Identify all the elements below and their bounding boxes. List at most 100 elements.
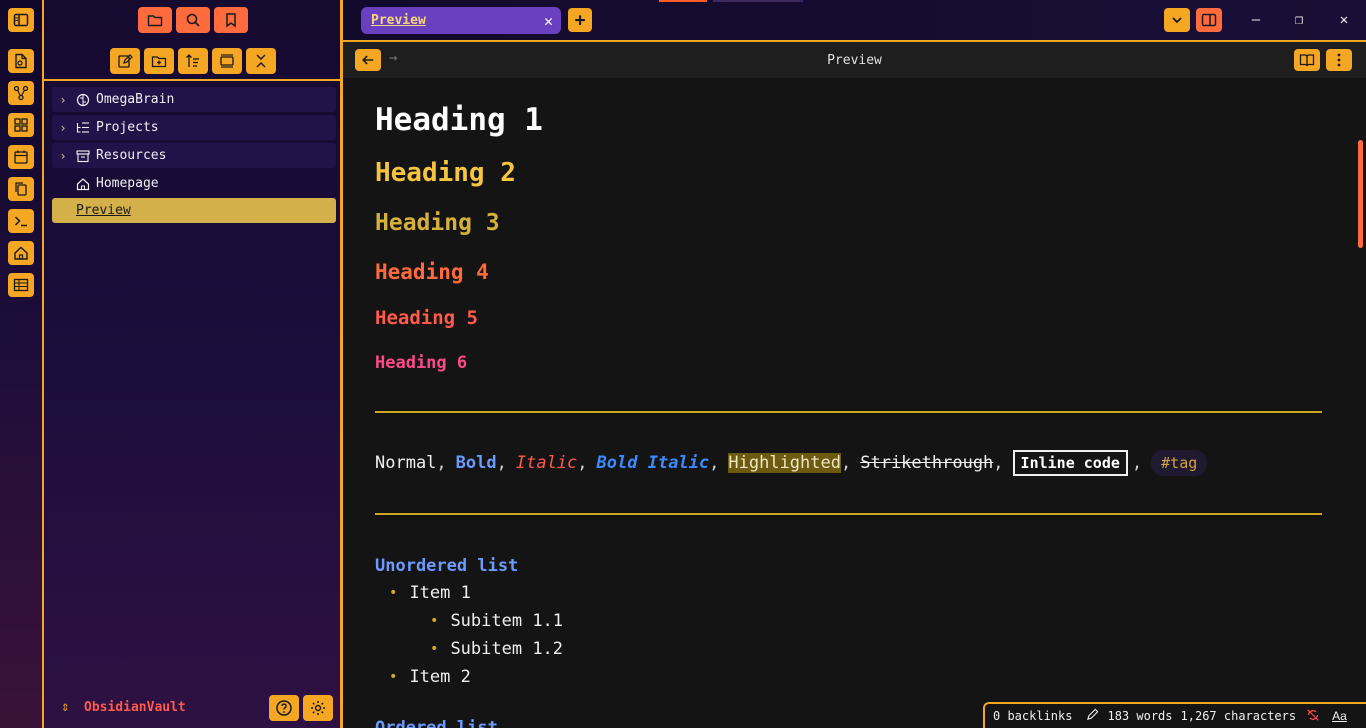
tab-preview[interactable]: Preview ✕ xyxy=(361,7,561,34)
book-open-icon xyxy=(1299,54,1315,67)
archive-icon xyxy=(74,148,92,164)
heading-6: Heading 6 xyxy=(375,353,468,373)
heading-5: Heading 5 xyxy=(375,307,478,329)
list-item: • Subitem 1.2 xyxy=(430,639,563,659)
inline-code: Inline code xyxy=(1012,450,1128,476)
right-sidebar-toggle[interactable] xyxy=(1196,8,1222,32)
tab-label: Preview xyxy=(371,13,426,28)
home-icon[interactable] xyxy=(8,241,34,265)
text-italic: Italic xyxy=(515,453,578,473)
comma: , xyxy=(709,453,720,473)
brain-icon xyxy=(74,92,92,108)
unordered-list-title: Unordered list xyxy=(375,556,519,576)
tree-item-label: Projects xyxy=(96,120,159,135)
chevron-up-down-icon[interactable]: ⇕ xyxy=(61,699,69,715)
chevron-down-icon xyxy=(1172,17,1182,24)
tree-item-label: OmegaBrain xyxy=(96,92,175,107)
text-strikethrough: Strikethrough xyxy=(860,453,994,473)
note-preview: Heading 1 Heading 2 Heading 3 Heading 4 … xyxy=(343,78,1366,728)
chevron-right-icon[interactable]: › xyxy=(52,93,74,107)
word-count: 183 words xyxy=(1107,709,1173,723)
text-bold-italic: Bold Italic xyxy=(596,453,710,473)
files-icon[interactable] xyxy=(138,7,172,33)
tree-item-projects[interactable]: › Projects xyxy=(52,115,336,140)
font-toggle[interactable]: Aa xyxy=(1332,709,1347,723)
window-close-icon[interactable]: ✕ xyxy=(1334,10,1354,30)
search-icon[interactable] xyxy=(176,7,210,33)
new-tab-button[interactable]: + xyxy=(568,8,592,32)
tree-item-label: Homepage xyxy=(96,176,159,191)
bullet-icon: • xyxy=(389,669,398,685)
heading-1: Heading 1 xyxy=(375,102,543,138)
restore-icon[interactable]: ❐ xyxy=(1289,10,1309,30)
text-highlighted: Highlighted xyxy=(728,453,841,473)
list-item-text: Item 2 xyxy=(409,667,471,687)
chevron-right-icon[interactable]: › xyxy=(52,149,74,163)
status-bar: 0 backlinks 183 words 1,267 characters A… xyxy=(983,702,1366,728)
horizontal-rule xyxy=(375,513,1322,515)
text-bold: Bold xyxy=(455,453,497,473)
table-icon[interactable] xyxy=(8,273,34,297)
comma: , xyxy=(436,453,447,473)
copy-icon[interactable] xyxy=(8,177,34,201)
bullet-icon: • xyxy=(430,613,439,629)
minimize-icon[interactable]: — xyxy=(1246,10,1266,30)
tab-list-dropdown[interactable] xyxy=(1164,8,1190,32)
bullet-icon: • xyxy=(389,585,398,601)
tag-pill[interactable]: #tag xyxy=(1151,450,1208,476)
dashboard-icon[interactable] xyxy=(8,113,34,137)
character-count: 1,267 characters xyxy=(1180,709,1297,723)
tree-item-resources[interactable]: › Resources xyxy=(52,143,336,168)
graph-icon[interactable] xyxy=(8,81,34,105)
view-title: Preview xyxy=(827,53,882,68)
vault-bar: ⇕ ObsidianVault xyxy=(44,686,340,728)
list-item: • Item 2 xyxy=(389,667,471,687)
view-header: → Preview xyxy=(343,42,1366,78)
tree-item-label: Preview xyxy=(76,203,131,218)
terminal-icon[interactable] xyxy=(8,209,34,233)
collapse-icon[interactable] xyxy=(212,48,242,74)
new-note-icon[interactable] xyxy=(8,49,34,73)
ordered-list-title: Ordered list xyxy=(375,718,498,728)
comma: , xyxy=(577,453,588,473)
new-folder-icon[interactable] xyxy=(144,48,174,74)
sidebar-right-icon xyxy=(1201,13,1217,27)
home-icon xyxy=(74,176,92,192)
list-tree-icon xyxy=(74,120,92,136)
pencil-icon[interactable] xyxy=(1086,708,1099,724)
heading-3: Heading 3 xyxy=(375,210,500,236)
tree-item-homepage[interactable]: Homepage xyxy=(52,171,336,196)
tree-item-preview[interactable]: Preview xyxy=(52,198,336,223)
reading-view-button[interactable] xyxy=(1294,49,1320,71)
calendar-icon[interactable] xyxy=(8,145,34,169)
comma: , xyxy=(496,453,507,473)
close-all-icon[interactable] xyxy=(246,48,276,74)
more-options-button[interactable] xyxy=(1326,49,1352,71)
more-vertical-icon xyxy=(1337,53,1341,67)
tab-accent-line xyxy=(713,0,803,2)
tree-item-omegabrain[interactable]: › OmegaBrain xyxy=(52,87,336,112)
list-item: • Subitem 1.1 xyxy=(430,611,563,631)
comma: , xyxy=(993,453,1004,473)
sidebar-separator xyxy=(44,79,340,81)
sidebar-toggle-icon[interactable] xyxy=(8,8,34,32)
chevron-right-icon[interactable]: › xyxy=(52,121,74,135)
list-item-text: Item 1 xyxy=(409,583,471,603)
gear-icon[interactable] xyxy=(303,695,333,721)
inline-formatting-line: Normal, Bold, Italic, Bold Italic, Highl… xyxy=(375,450,1208,476)
scrollbar-thumb[interactable] xyxy=(1358,140,1363,248)
horizontal-rule xyxy=(375,411,1322,413)
backlinks-count[interactable]: 0 backlinks xyxy=(993,709,1072,723)
list-item: • Item 1 xyxy=(389,583,471,603)
new-note-icon[interactable] xyxy=(110,48,140,74)
sync-off-icon[interactable] xyxy=(1306,708,1320,725)
sort-icon[interactable] xyxy=(178,48,208,74)
text-normal: Normal xyxy=(375,453,437,473)
help-icon[interactable] xyxy=(269,695,299,721)
tree-item-label: Resources xyxy=(96,148,167,163)
vault-name[interactable]: ObsidianVault xyxy=(84,700,186,715)
heading-2: Heading 2 xyxy=(375,158,516,188)
bookmark-icon[interactable] xyxy=(214,7,248,33)
bullet-icon: • xyxy=(430,641,439,657)
close-icon[interactable]: ✕ xyxy=(544,12,553,30)
